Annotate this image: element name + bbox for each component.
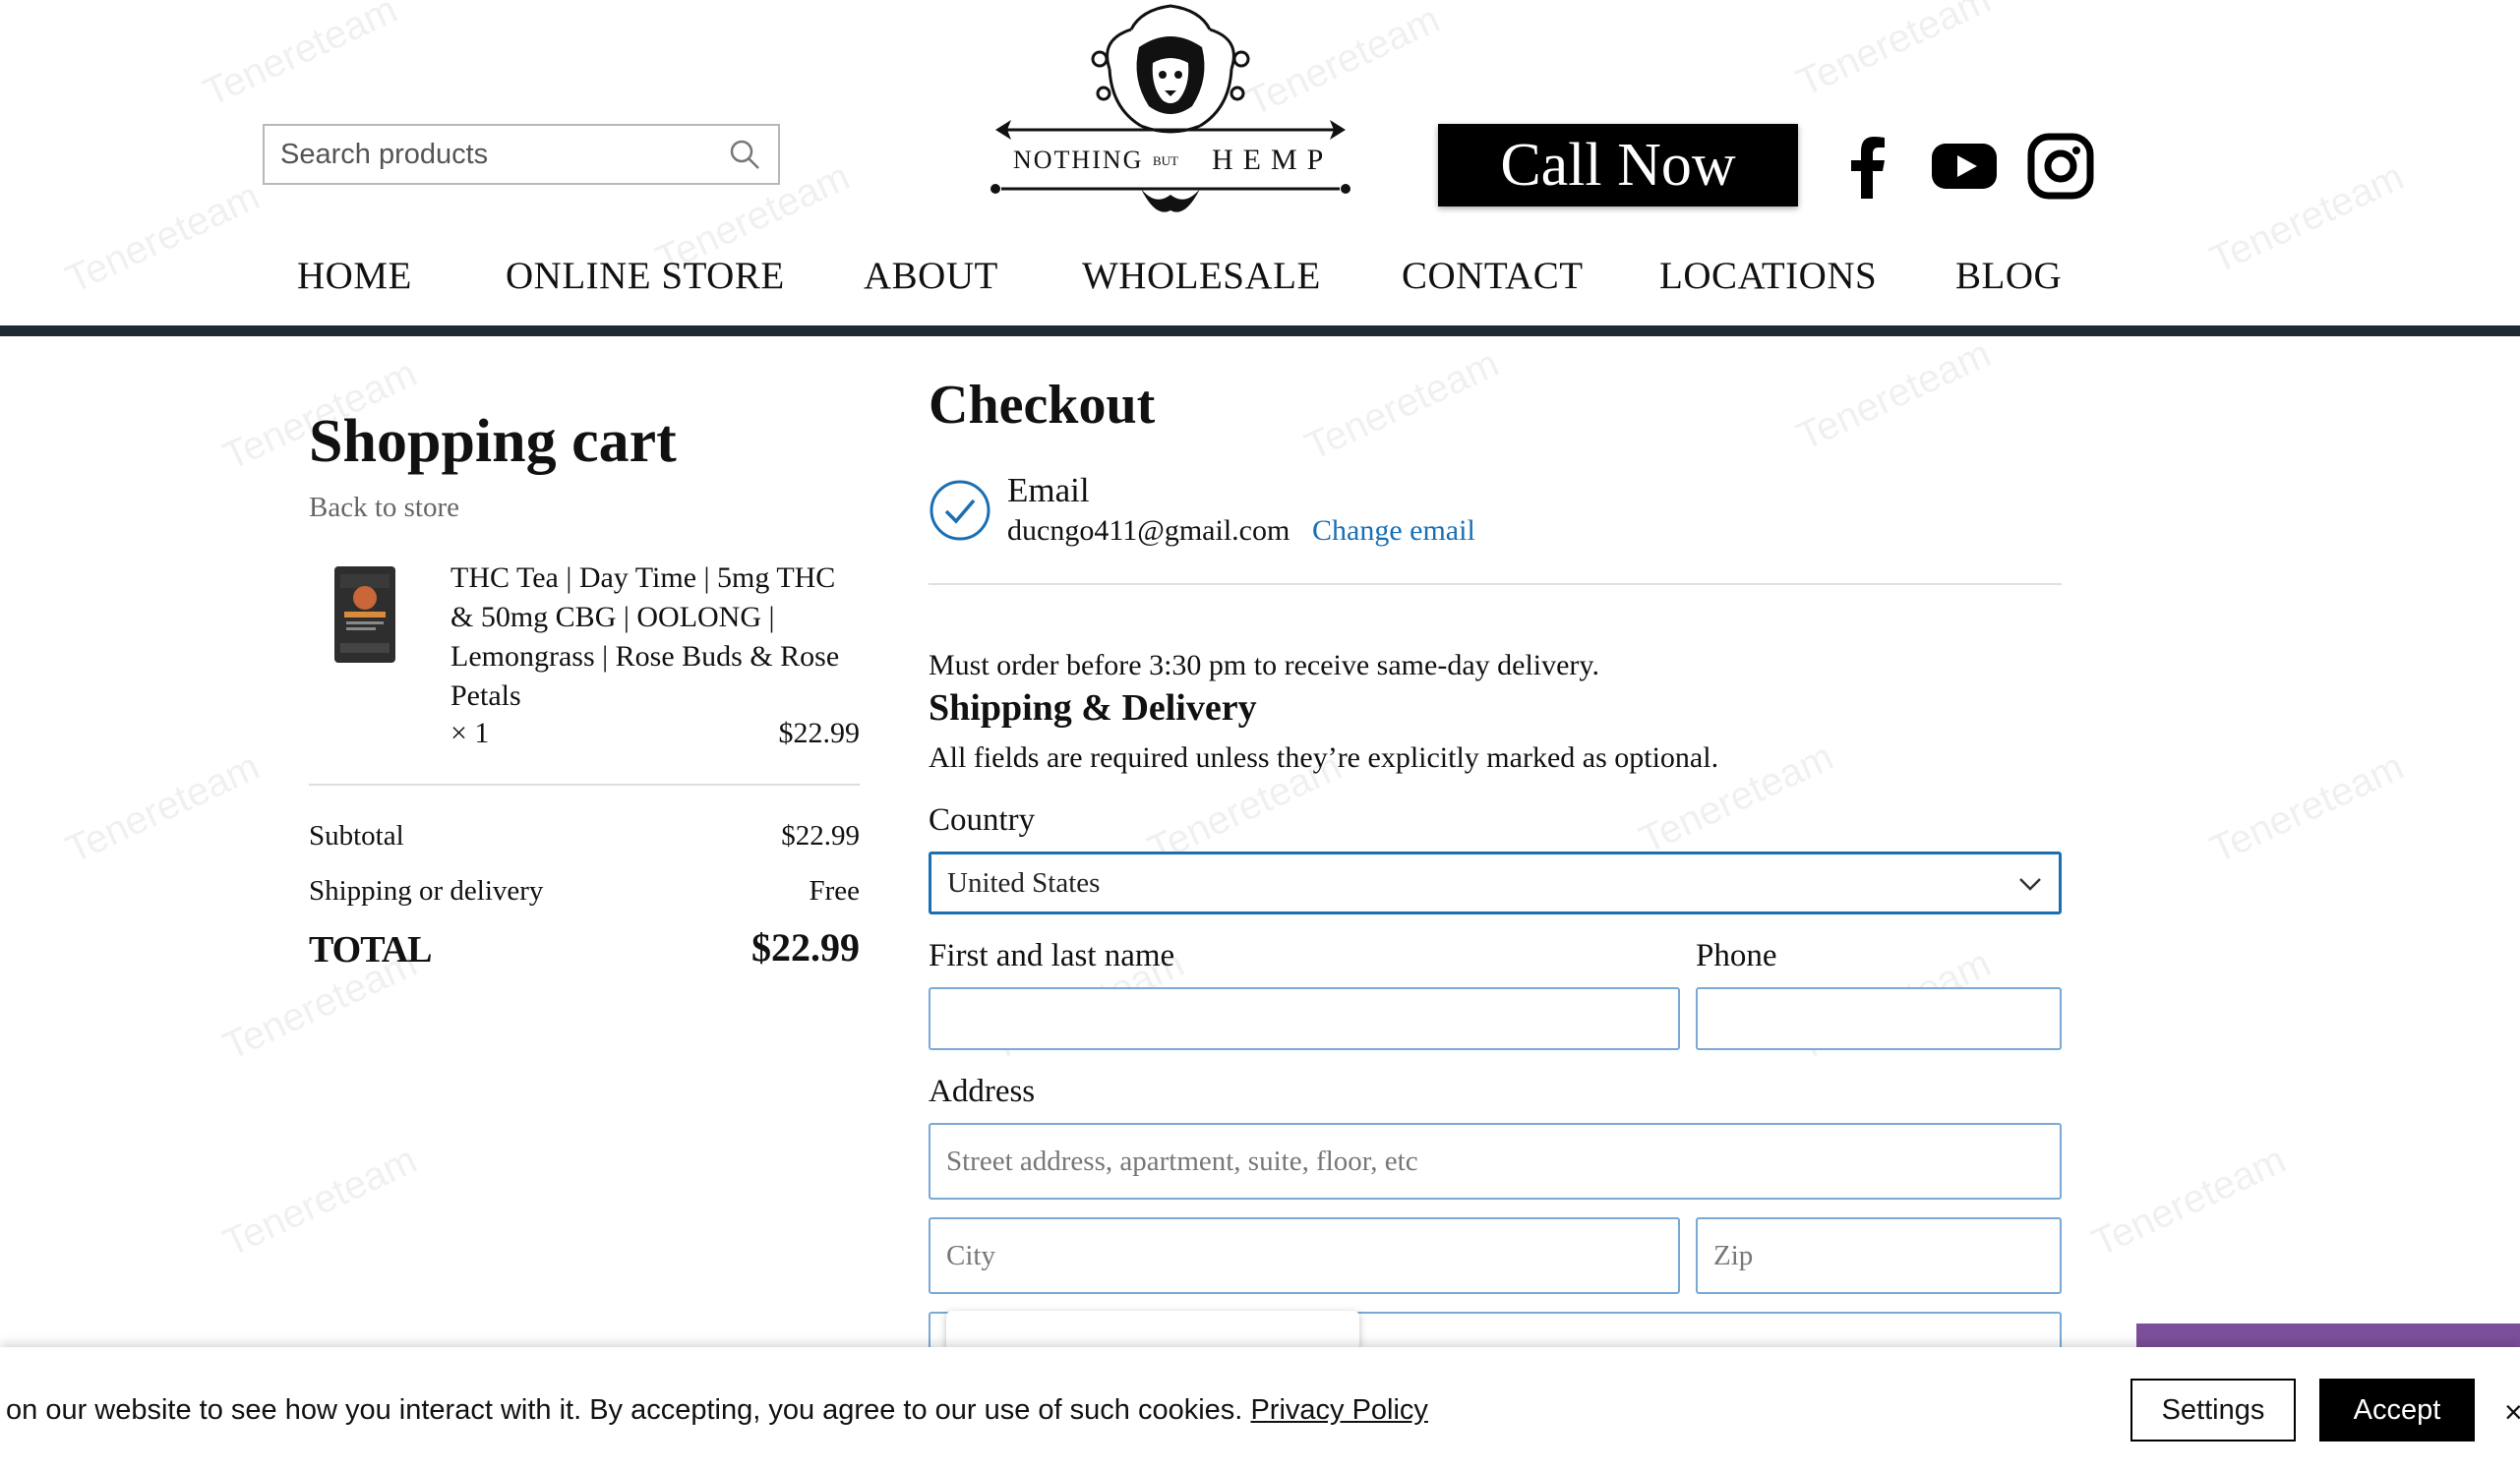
phone-label: Phone <box>1696 938 1777 973</box>
phone-input[interactable] <box>1713 1002 2044 1035</box>
nav-contact[interactable]: CONTACT <box>1402 254 1584 298</box>
change-email-link[interactable]: Change email <box>1312 514 1475 548</box>
name-field[interactable] <box>929 987 1680 1050</box>
back-to-store-link[interactable]: Back to store <box>309 492 459 524</box>
logo-word-mid: BUT <box>1153 153 1178 168</box>
watermark: Tenereteam <box>59 744 267 872</box>
watermark: Tenereteam <box>1790 331 1998 459</box>
watermark: Tenereteam <box>197 0 404 115</box>
watermark: Tenereteam <box>2203 744 2411 872</box>
nav-locations[interactable]: LOCATIONS <box>1659 254 1877 298</box>
youtube-icon[interactable] <box>1930 132 1999 201</box>
address-input[interactable] <box>946 1145 2044 1178</box>
shipping-section-title: Shipping & Delivery <box>929 687 1257 729</box>
watermark: Tenereteam <box>1790 0 1998 105</box>
cookie-text: on our website to see how you interact w… <box>6 1394 1428 1427</box>
address-field[interactable] <box>929 1123 2062 1200</box>
country-select[interactable]: United States <box>929 852 2062 914</box>
email-label: Email <box>1007 471 1090 509</box>
checkout-title: Checkout <box>929 375 1156 436</box>
subtotal-label: Subtotal <box>309 820 404 852</box>
cookie-banner: on our website to see how you interact w… <box>0 1347 2520 1471</box>
watermark: Tenereteam <box>2085 1138 2293 1265</box>
main-nav: HOME ONLINE STORE ABOUT WHOLESALE CONTAC… <box>0 254 2520 313</box>
privacy-policy-link[interactable]: Privacy Policy <box>1250 1394 1428 1426</box>
address-label: Address <box>929 1074 1036 1109</box>
nav-divider <box>0 325 2520 336</box>
email-value: ducngo411@gmail.com <box>1007 514 1290 547</box>
search-icon[interactable] <box>727 137 762 172</box>
watermark: Tenereteam <box>216 1138 424 1265</box>
search-input[interactable] <box>280 138 727 171</box>
phone-field[interactable] <box>1696 987 2062 1050</box>
cart-divider <box>309 784 860 786</box>
nav-online-store[interactable]: ONLINE STORE <box>506 254 785 298</box>
floating-popup[interactable] <box>946 1311 1359 1350</box>
nav-home[interactable]: HOME <box>297 254 412 298</box>
nav-wholesale[interactable]: WHOLESALE <box>1082 254 1321 298</box>
close-icon[interactable]: × <box>2504 1394 2520 1431</box>
product-quantity: × 1 <box>450 717 490 749</box>
zip-field[interactable] <box>1696 1217 2062 1294</box>
city-input[interactable] <box>946 1239 1662 1272</box>
brand-logo[interactable]: NOTHING BUT HEMP <box>984 0 1357 221</box>
shipping-value: Free <box>809 875 860 907</box>
nav-blog[interactable]: BLOG <box>1955 254 2062 298</box>
cookie-accept-button[interactable]: Accept <box>2319 1379 2475 1442</box>
cookie-message: on our website to see how you interact w… <box>6 1394 1243 1426</box>
total-label: TOTAL <box>309 929 433 971</box>
zip-input[interactable] <box>1713 1239 2044 1272</box>
country-label: Country <box>929 802 1036 838</box>
country-value: United States <box>947 866 1101 899</box>
product-thumbnail[interactable] <box>332 564 397 665</box>
name-label: First and last name <box>929 938 1175 973</box>
subtotal-value: $22.99 <box>781 820 860 852</box>
logo-word-left: NOTHING <box>1013 146 1144 174</box>
product-name: THC Tea | Day Time | 5mg THC & 50mg CBG … <box>450 561 840 712</box>
delivery-notice: Must order before 3:30 pm to receive sam… <box>929 649 1599 681</box>
facebook-icon[interactable] <box>1833 132 1902 201</box>
chevron-down-icon <box>2019 878 2041 891</box>
nav-about[interactable]: ABOUT <box>864 254 998 298</box>
logo-word-right: HEMP <box>1212 144 1334 176</box>
shipping-label: Shipping or delivery <box>309 875 544 907</box>
watermark: Tenereteam <box>1298 341 1506 469</box>
checkmark-icon <box>930 480 990 541</box>
name-input[interactable] <box>946 1002 1662 1035</box>
city-field[interactable] <box>929 1217 1680 1294</box>
cart-title: Shopping cart <box>309 408 677 475</box>
lion-logo-icon <box>990 4 1350 212</box>
product-price: $22.99 <box>778 717 861 749</box>
total-value: $22.99 <box>751 925 860 970</box>
instagram-icon[interactable] <box>2026 132 2095 201</box>
search-box[interactable] <box>263 124 780 185</box>
cookie-settings-button[interactable]: Settings <box>2130 1379 2296 1442</box>
call-now-button[interactable]: Call Now <box>1438 124 1798 206</box>
checkout-divider <box>929 583 2062 585</box>
required-fields-note: All fields are required unless they’re e… <box>929 741 1719 774</box>
